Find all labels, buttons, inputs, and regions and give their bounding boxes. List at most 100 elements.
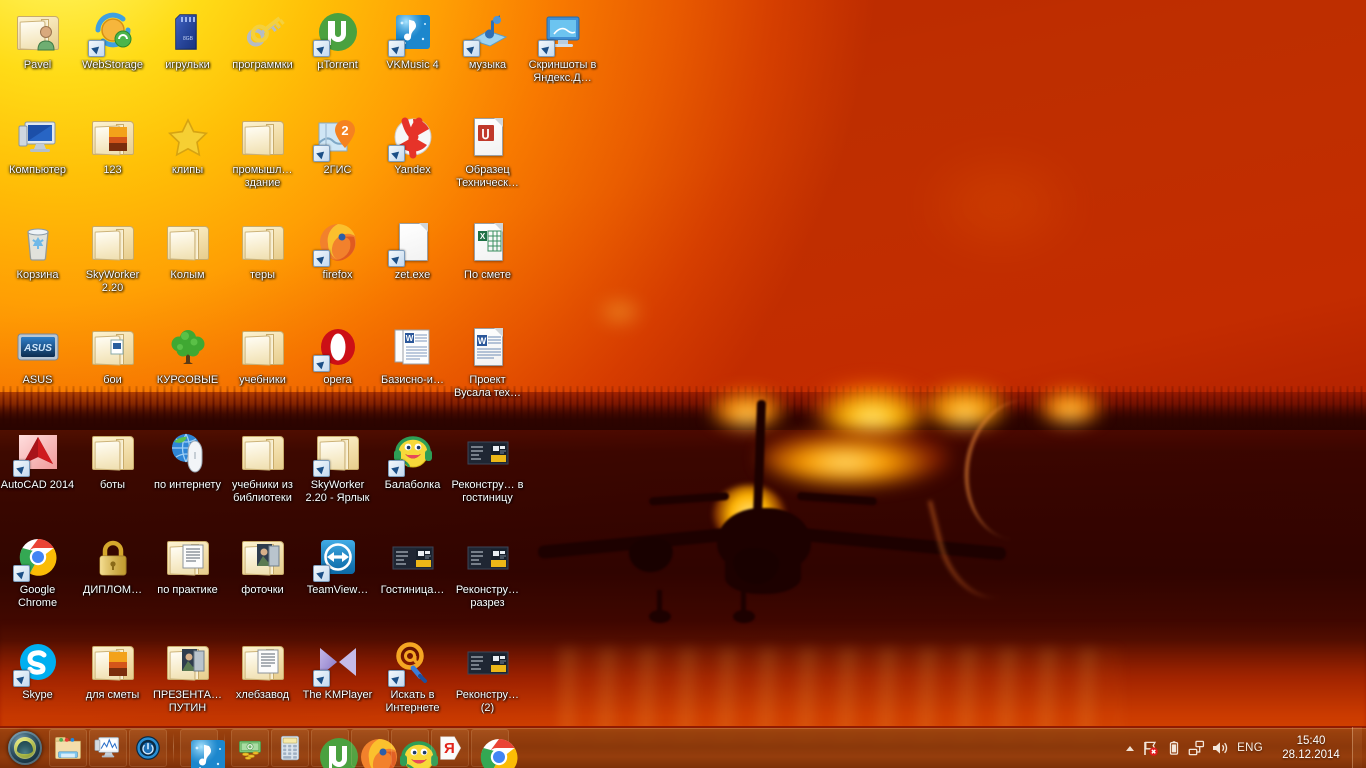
airplane-gear-nose-wheel (733, 610, 755, 623)
folder-icon (89, 218, 137, 266)
desktop-icon[interactable]: КУРСОВЫЕ (150, 320, 225, 412)
svg-text:W: W (477, 336, 486, 346)
start-orb-shell-glyph (17, 741, 33, 754)
desktop-icon-label: Гостиница… (380, 584, 445, 596)
taskbar-button-explorer[interactable] (49, 729, 87, 767)
action-center-icon[interactable] (1139, 733, 1162, 763)
desktop-icon[interactable]: Реконстру… (2) (450, 635, 525, 727)
desktop-icon[interactable]: Корзина (0, 215, 75, 307)
desktop-icon[interactable]: 8GB игрульки (150, 5, 225, 97)
clock[interactable]: 15:40 28.12.2014 (1272, 734, 1350, 762)
word-doc2-icon: W (389, 323, 437, 371)
desktop-icon[interactable]: ПРЕЗЕНТА… ПУТИН (150, 635, 225, 727)
folder-icon (312, 428, 362, 477)
desktop-icon[interactable]: музыка (450, 5, 525, 97)
desktop-icon[interactable]: Балаболка (375, 425, 450, 517)
desktop-icon[interactable]: The KMPlayer (300, 635, 375, 727)
start-button[interactable] (2, 729, 48, 767)
desktop-icon-label: µTorrent (317, 59, 358, 71)
yandex-icon: Я (435, 733, 465, 763)
tray-overflow-chevron-icon[interactable] (1121, 733, 1139, 763)
taskbar-button-money[interactable] (231, 729, 269, 767)
folder-icon (239, 218, 287, 266)
desktop-icon[interactable]: Yandex (375, 110, 450, 202)
taskbar-button-balabolka[interactable] (391, 729, 438, 768)
desktop-icon[interactable]: Pavel (0, 5, 75, 97)
desktop-icon[interactable]: Реконстру… в гостиницу (450, 425, 525, 517)
desktop-icon-label: Балаболка (384, 479, 441, 491)
desktop-icon[interactable]: AutoCAD 2014 (0, 425, 75, 517)
desktop-icon-label: Колым (170, 269, 205, 281)
desktop-icon[interactable]: фоточки (225, 530, 300, 622)
desktop-icon[interactable]: SkyWorker 2.20 (75, 215, 150, 307)
desktop-icon[interactable]: Колым (150, 215, 225, 307)
dwg-icon (464, 638, 512, 686)
desktop-icon[interactable]: бои (75, 320, 150, 412)
volume-icon[interactable] (1208, 733, 1231, 763)
desktop-icon[interactable]: учебники из библиотеки (225, 425, 300, 517)
desktop-icon[interactable]: ДИПЛОМ… (75, 530, 150, 622)
taskbar-button-firefox[interactable] (351, 729, 397, 768)
desktop-icon[interactable]: Скриншоты в Яндекс.Д… (525, 5, 600, 97)
desktop-icon[interactable]: теры (225, 215, 300, 307)
desktop-icon[interactable]: 2 2ГИС (300, 110, 375, 202)
taskbar-button-vkmusic[interactable] (180, 729, 225, 768)
desktop-icon[interactable]: промышл… здание (225, 110, 300, 202)
taskbar-button-power-utility[interactable] (129, 729, 167, 767)
globe-mouse-icon (164, 428, 212, 476)
desktop-icon[interactable]: WebStorage (75, 5, 150, 97)
desktop-icon[interactable]: Skype (0, 635, 75, 727)
desktop-icon[interactable]: боты (75, 425, 150, 517)
desktop-icon[interactable]: Образец Техническ… (450, 110, 525, 202)
asus-icon: ASUS (14, 323, 62, 371)
taskbar-button-calculator[interactable] (271, 729, 309, 767)
desktop-icon[interactable]: opera (300, 320, 375, 412)
desktop-icon[interactable]: Гостиница… (375, 530, 450, 622)
svg-text:W: W (405, 334, 413, 343)
desktop-icon[interactable]: учебники (225, 320, 300, 412)
desktop-icon[interactable]: VKMusic 4 (375, 5, 450, 97)
screenshot-icon (537, 8, 587, 57)
taskbar: Я ENG 15:40 28.12.2014 (0, 726, 1366, 768)
taskbar-button-chrome[interactable] (471, 729, 518, 768)
desktop-icon-label: Google Chrome (17, 584, 58, 609)
desktop-icon[interactable]: 123 (75, 110, 150, 202)
desktop-icon[interactable]: по интернету (150, 425, 225, 517)
language-indicator[interactable]: ENG (1231, 742, 1272, 754)
desktop-icon[interactable]: firefox (300, 215, 375, 307)
desktop-icon[interactable]: Компьютер (0, 110, 75, 202)
desktop-icon-label: по практике (157, 584, 218, 596)
desktop-icon[interactable]: ASUS ASUS (0, 320, 75, 412)
desktop-icon[interactable]: для сметы (75, 635, 150, 727)
sd-card-icon: 8GB (164, 8, 212, 56)
desktop-icon-label: для сметы (85, 689, 140, 701)
desktop-icon[interactable]: клипы (150, 110, 225, 202)
desktop-icon[interactable]: W Базисно-и… (375, 320, 450, 412)
show-desktop-button[interactable] (1352, 727, 1362, 768)
taskbar-button-sysmonitor[interactable] (89, 729, 127, 767)
desktop-icon[interactable]: Искать в Интернете (375, 635, 450, 727)
taskbar-button-utorrent[interactable] (311, 729, 358, 768)
desktop-icon[interactable]: по практике (150, 530, 225, 622)
desktop-icon[interactable]: программки (225, 5, 300, 97)
vkmusic-icon (184, 733, 225, 768)
desktop-icon-label: промышл… здание (232, 164, 293, 189)
network-icon[interactable] (1185, 733, 1208, 763)
desktop-icon[interactable]: W Проект Вусала тех… (450, 320, 525, 412)
desktop-icon-label: учебники из библиотеки (232, 479, 293, 504)
battery-icon[interactable] (1162, 733, 1185, 763)
vkmusic-icon (387, 8, 437, 57)
desktop-icon[interactable]: SkyWorker 2.20 - Ярлык (300, 425, 375, 517)
desktop-icon-label: Yandex (394, 164, 431, 176)
desktop-icon[interactable]: X По смете (450, 215, 525, 307)
desktop-icon-label: Реконстру… (2) (455, 689, 520, 714)
desktop-icon[interactable]: Google Chrome (0, 530, 75, 622)
desktop-icon[interactable]: хлебзавод (225, 635, 300, 727)
desktop-icon[interactable]: TeamView… (300, 530, 375, 622)
opera-icon (312, 323, 362, 372)
desktop-icon[interactable]: zet.exe (375, 215, 450, 307)
desktop-icon[interactable]: Реконстру… разрез (450, 530, 525, 622)
desktop-icon-label: программки (232, 59, 293, 71)
taskbar-button-yandex[interactable]: Я (431, 729, 469, 767)
desktop-icon[interactable]: µTorrent (300, 5, 375, 97)
